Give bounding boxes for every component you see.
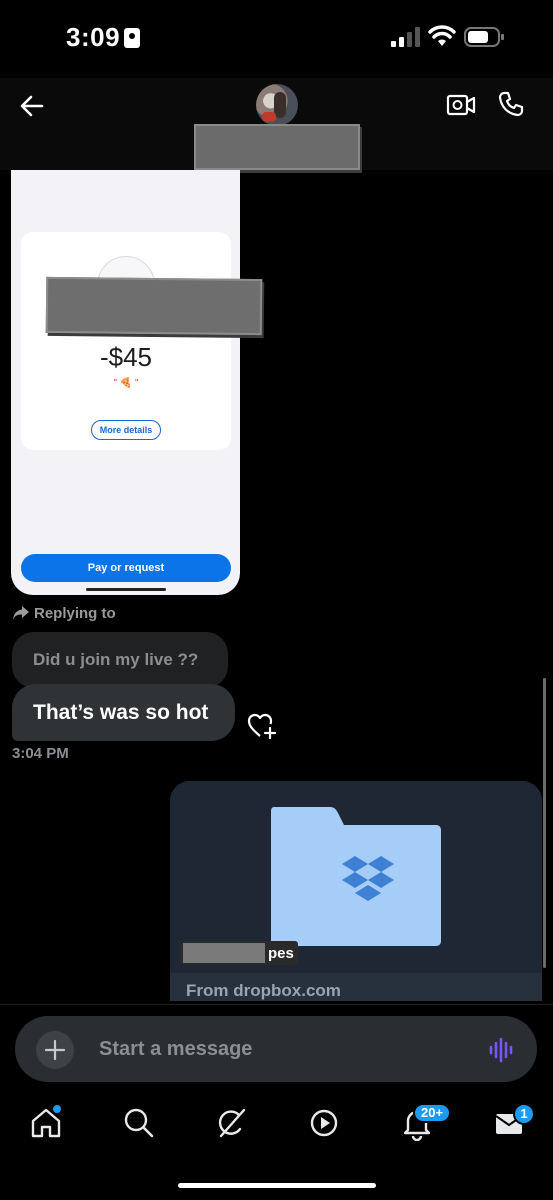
composer-divider bbox=[0, 1004, 553, 1005]
wifi-icon bbox=[428, 25, 456, 46]
more-details-button: More details bbox=[91, 420, 161, 440]
notifications-badge: 20+ bbox=[413, 1103, 452, 1123]
signal-icon bbox=[391, 27, 420, 47]
quoted-message-text: Did u join my live ?? bbox=[33, 650, 199, 669]
video-call-icon[interactable] bbox=[446, 92, 476, 118]
message-time: 3:04 PM bbox=[12, 745, 69, 762]
quoted-message[interactable]: Did u join my live ?? bbox=[12, 632, 228, 688]
voice-message-icon[interactable] bbox=[488, 1036, 516, 1064]
reply-arrow-icon bbox=[13, 606, 29, 620]
messages-badge: 1 bbox=[513, 1103, 535, 1125]
back-arrow-icon[interactable] bbox=[18, 92, 46, 120]
image-home-indicator bbox=[86, 588, 166, 591]
message-input[interactable] bbox=[99, 1032, 459, 1066]
message-bubble[interactable]: That’s was so hot bbox=[12, 684, 235, 741]
reply-label-text: Replying to bbox=[34, 604, 116, 622]
contact-card-icon bbox=[124, 28, 140, 48]
phone-icon[interactable] bbox=[497, 90, 525, 118]
replying-to-label: Replying to bbox=[12, 603, 116, 623]
title-redaction bbox=[183, 943, 265, 963]
home-indicator bbox=[178, 1183, 376, 1188]
message-text: That’s was so hot bbox=[33, 701, 209, 724]
pay-request-button: Pay or request bbox=[21, 554, 231, 582]
message-composer bbox=[15, 1016, 537, 1082]
shared-image[interactable]: -$45 " 🍕 " More details Pay or request bbox=[11, 170, 240, 595]
scrollbar[interactable] bbox=[543, 678, 546, 968]
link-title: pes bbox=[180, 941, 298, 965]
search-icon[interactable] bbox=[121, 1105, 157, 1141]
status-bar: 3:09 bbox=[0, 0, 553, 78]
link-domain: From dropbox.com bbox=[186, 981, 341, 1000]
grok-icon[interactable] bbox=[214, 1105, 250, 1141]
home-unread-dot bbox=[53, 1105, 61, 1113]
dropbox-folder-icon bbox=[271, 807, 441, 946]
name-redaction bbox=[194, 124, 360, 170]
link-preview: pes bbox=[170, 781, 542, 973]
amount-redaction bbox=[45, 276, 263, 336]
link-title-text: pes bbox=[268, 944, 294, 962]
video-icon[interactable] bbox=[306, 1105, 342, 1141]
add-reaction-icon[interactable] bbox=[247, 712, 277, 740]
battery-icon bbox=[464, 27, 504, 47]
plus-icon bbox=[44, 1039, 66, 1061]
link-card[interactable]: pes From dropbox.com bbox=[170, 781, 542, 1001]
bottom-navigation: 20+ 1 bbox=[0, 1095, 553, 1200]
add-attachment-button[interactable] bbox=[36, 1031, 74, 1069]
status-time: 3:09 bbox=[66, 22, 121, 52]
payment-amount: -$45 bbox=[99, 342, 153, 372]
payment-card: -$45 " 🍕 " More details bbox=[21, 232, 231, 450]
conversation-header bbox=[0, 78, 553, 170]
payment-note: " 🍕 " bbox=[113, 378, 139, 389]
avatar[interactable] bbox=[256, 84, 298, 126]
